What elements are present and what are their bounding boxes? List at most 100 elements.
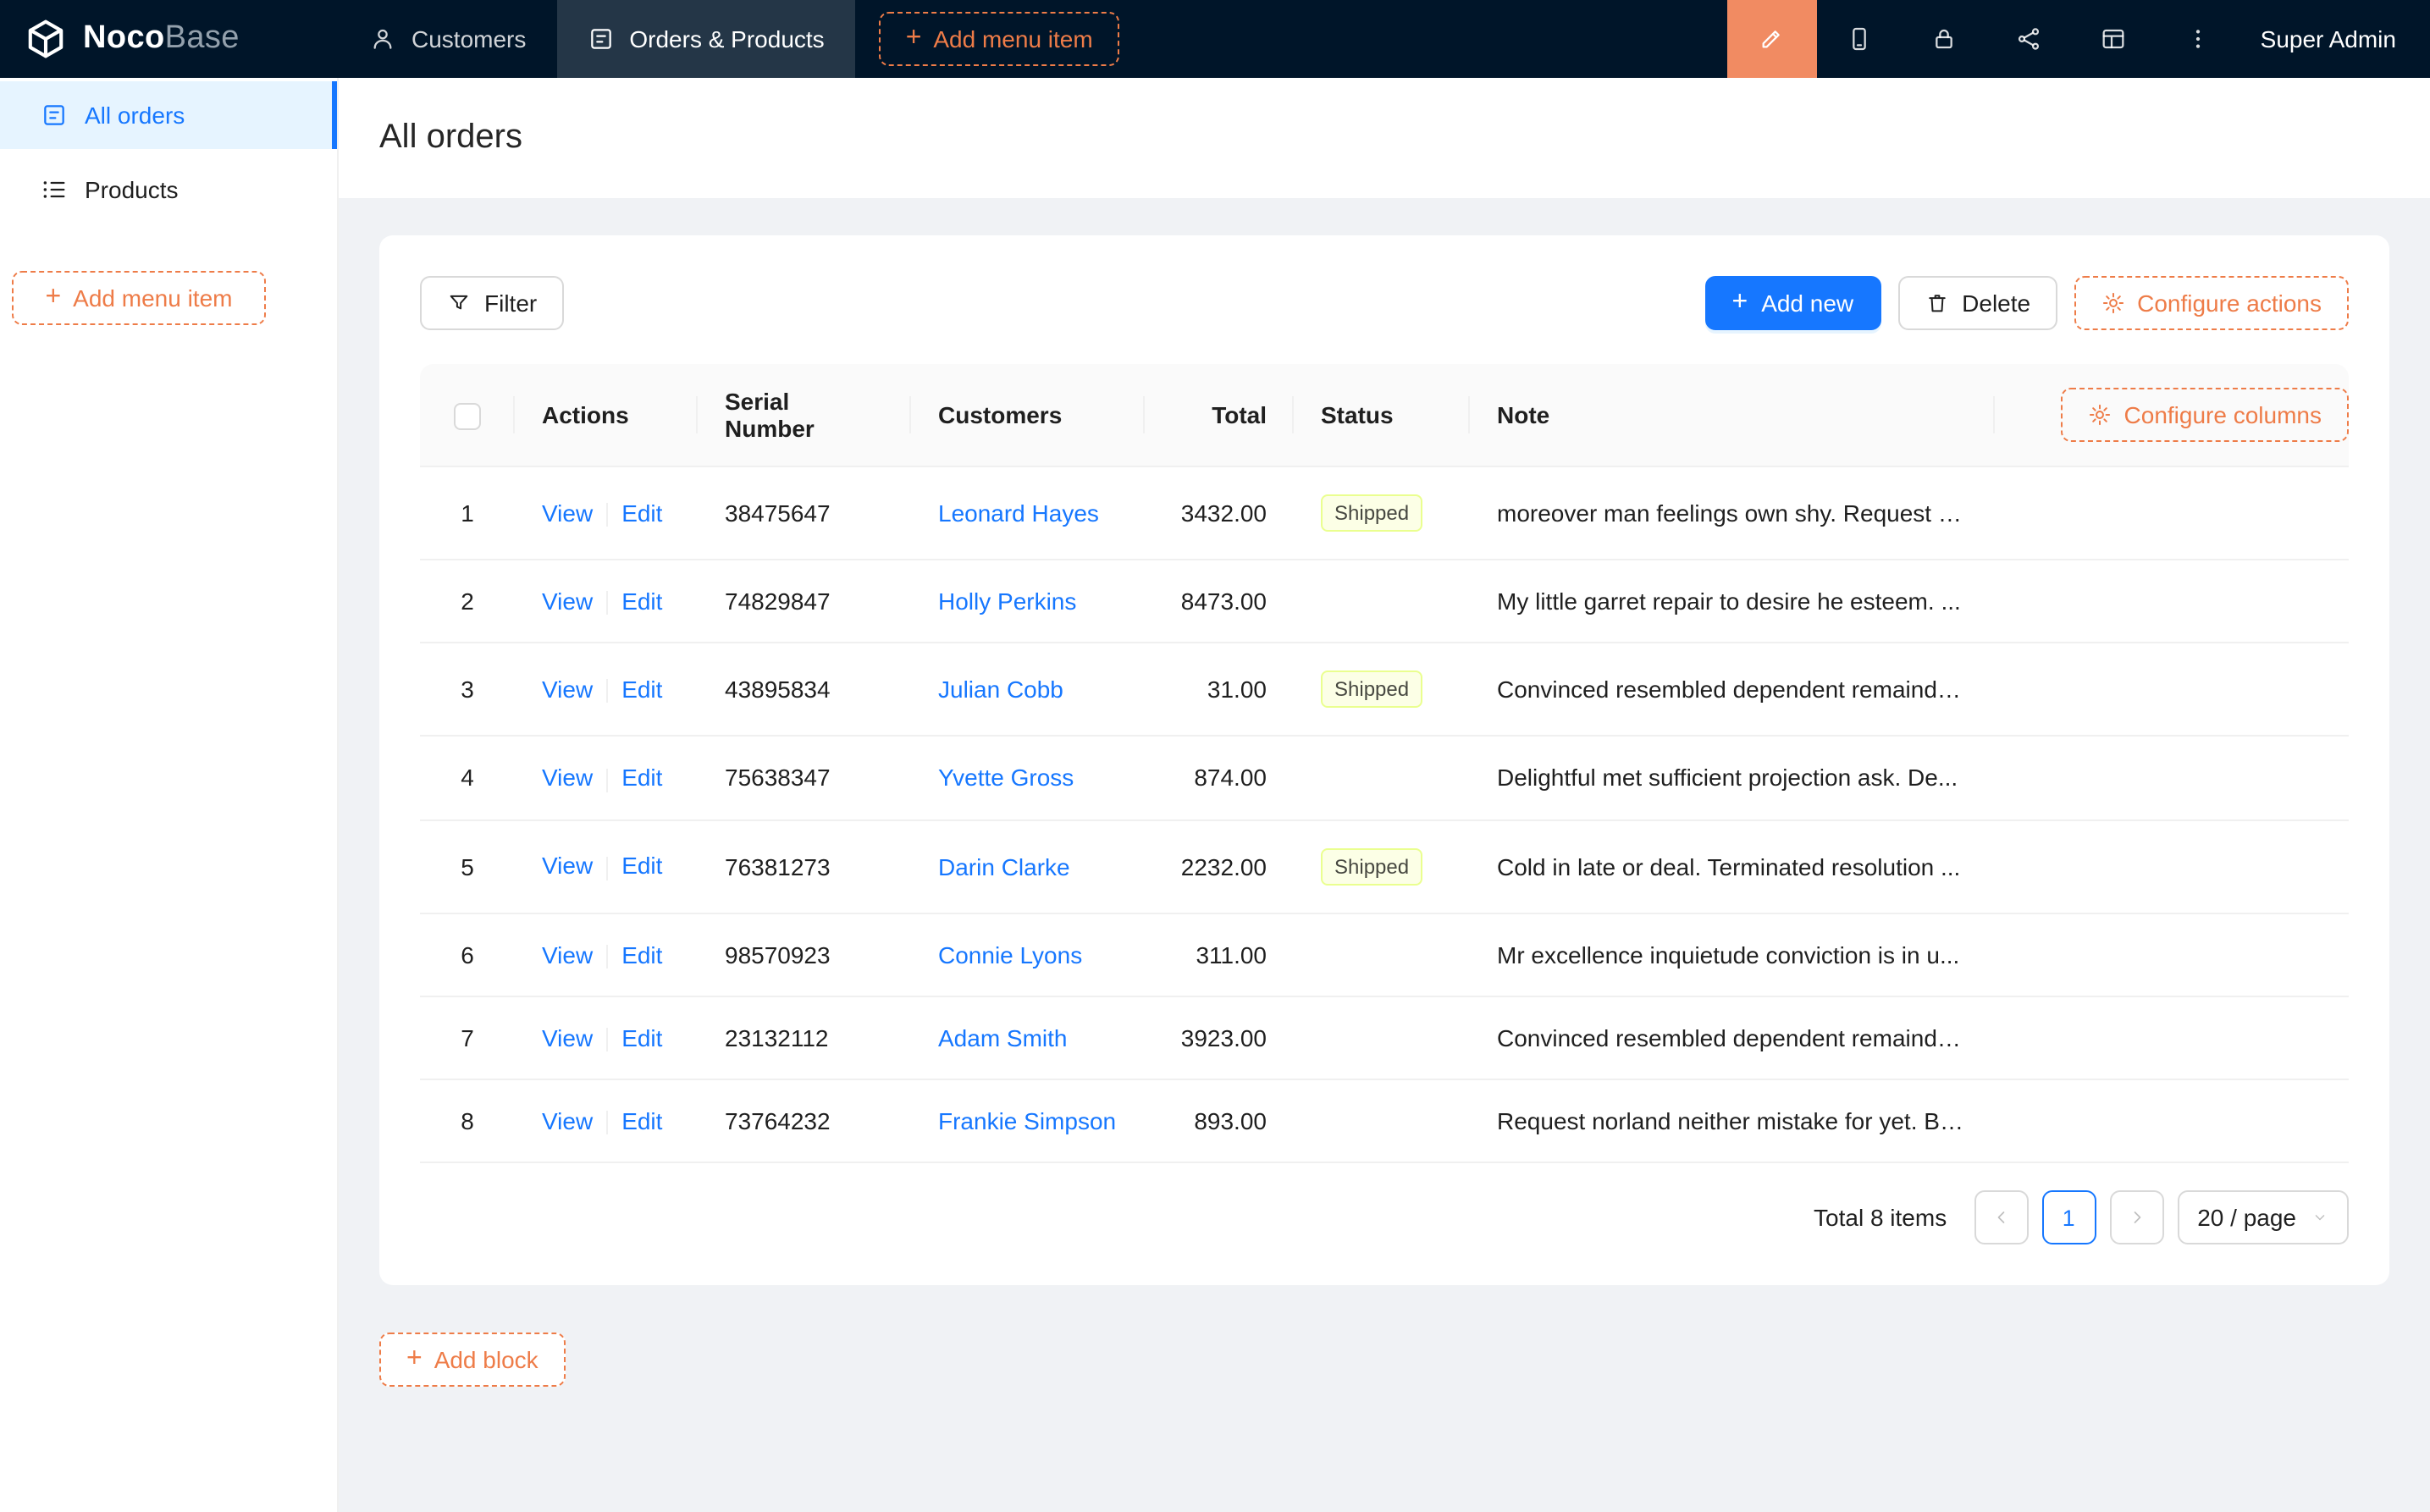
configure-columns-button[interactable]: Configure columns bbox=[2062, 388, 2349, 442]
cell-status: Shipped bbox=[1294, 644, 1470, 737]
divider bbox=[606, 945, 608, 968]
cell-serial-number: 75638347 bbox=[698, 737, 911, 821]
cell-spacer bbox=[1995, 737, 2349, 821]
customer-link[interactable]: Frankie Simpson bbox=[938, 1108, 1116, 1135]
nav-item-orders-products[interactable]: Orders & Products bbox=[556, 0, 854, 78]
cell-note: Cold in late or deal. Terminated resolut… bbox=[1470, 820, 1995, 913]
cell-serial-number: 73764232 bbox=[698, 1080, 911, 1164]
customer-link[interactable]: Darin Clarke bbox=[938, 853, 1070, 880]
nav-item-customers[interactable]: Customers bbox=[339, 0, 556, 78]
pagination-page-1-button[interactable]: 1 bbox=[2041, 1191, 2096, 1245]
row-index: 8 bbox=[420, 1080, 515, 1164]
column-header-customers: Customers bbox=[911, 364, 1145, 467]
view-link[interactable]: View bbox=[542, 1107, 593, 1134]
cell-spacer bbox=[1995, 997, 2349, 1081]
divider bbox=[606, 680, 608, 704]
api-button[interactable] bbox=[1986, 0, 2071, 78]
edit-link[interactable]: Edit bbox=[621, 1024, 662, 1051]
customer-link[interactable]: Connie Lyons bbox=[938, 941, 1082, 968]
edit-link[interactable]: Edit bbox=[621, 1107, 662, 1134]
table-row: 1 ViewEdit 38475647 Leonard Hayes 3432.0… bbox=[420, 467, 2349, 560]
cell-total: 31.00 bbox=[1145, 644, 1294, 737]
view-link[interactable]: View bbox=[542, 676, 593, 703]
filter-button[interactable]: Filter bbox=[420, 276, 564, 330]
cell-status bbox=[1294, 997, 1470, 1081]
cell-customer: Frankie Simpson bbox=[911, 1080, 1145, 1164]
select-all-checkbox[interactable] bbox=[454, 402, 481, 429]
cell-serial-number: 23132112 bbox=[698, 997, 911, 1081]
customer-link[interactable]: Holly Perkins bbox=[938, 588, 1076, 615]
add-menu-item-button-top[interactable]: + Add menu item bbox=[879, 12, 1120, 66]
pagination-prev-button[interactable] bbox=[1974, 1191, 2028, 1245]
edit-link[interactable]: Edit bbox=[621, 764, 662, 792]
layout-button[interactable] bbox=[2071, 0, 2156, 78]
logo[interactable]: NocoBase bbox=[0, 0, 339, 78]
table-toolbar: Filter + Add new Delete bbox=[420, 276, 2349, 330]
delete-button[interactable]: Delete bbox=[1897, 276, 2057, 330]
cell-customer: Julian Cobb bbox=[911, 644, 1145, 737]
cell-customer: Darin Clarke bbox=[911, 820, 1145, 913]
mobile-button[interactable] bbox=[1817, 0, 1902, 78]
cell-total: 3432.00 bbox=[1145, 467, 1294, 560]
customer-link[interactable]: Leonard Hayes bbox=[938, 499, 1099, 527]
orders-table: Actions Serial Number Customers Total St… bbox=[420, 364, 2349, 1164]
plus-icon: + bbox=[406, 1347, 422, 1374]
cell-customer: Adam Smith bbox=[911, 997, 1145, 1081]
mobile-icon bbox=[1846, 25, 1873, 52]
add-menu-item-button-sidebar[interactable]: + Add menu item bbox=[12, 271, 266, 325]
view-link[interactable]: View bbox=[542, 499, 593, 527]
column-header-note: Note bbox=[1470, 364, 1995, 467]
edit-link[interactable]: Edit bbox=[621, 499, 662, 527]
table-row: 2 ViewEdit 74829847 Holly Perkins 8473.0… bbox=[420, 560, 2349, 644]
ui-editor-button[interactable] bbox=[1727, 0, 1817, 78]
page-size-select[interactable]: 20 / page bbox=[2177, 1191, 2349, 1245]
filter-icon bbox=[447, 291, 471, 315]
cell-note: Convinced resembled dependent remainde..… bbox=[1470, 997, 1995, 1081]
customer-link[interactable]: Yvette Gross bbox=[938, 764, 1074, 792]
view-link[interactable]: View bbox=[542, 1024, 593, 1051]
column-header-status: Status bbox=[1294, 364, 1470, 467]
table-header-row: Actions Serial Number Customers Total St… bbox=[420, 364, 2349, 467]
body-row: All orders Products + Add menu item All … bbox=[0, 78, 2430, 1512]
pagination-next-button[interactable] bbox=[2109, 1191, 2163, 1245]
view-link[interactable]: View bbox=[542, 588, 593, 615]
user-menu[interactable]: Super Admin bbox=[2240, 25, 2430, 52]
view-link[interactable]: View bbox=[542, 764, 593, 792]
divider bbox=[606, 1112, 608, 1135]
add-block-button[interactable]: + Add block bbox=[379, 1333, 566, 1388]
nocobase-logo-icon bbox=[24, 17, 68, 61]
layout-icon bbox=[2100, 25, 2127, 52]
configure-columns-cell: Configure columns bbox=[1995, 364, 2349, 467]
orders-table-block: Filter + Add new Delete bbox=[379, 235, 2389, 1286]
cell-status: Shipped bbox=[1294, 467, 1470, 560]
cell-actions: View Edit bbox=[515, 467, 698, 560]
row-index: 4 bbox=[420, 737, 515, 821]
add-new-button[interactable]: + Add new bbox=[1705, 276, 1881, 330]
list-icon bbox=[41, 176, 68, 203]
customer-link[interactable]: Julian Cobb bbox=[938, 676, 1063, 704]
cell-note: Request norland neither mistake for yet.… bbox=[1470, 1080, 1995, 1164]
edit-link[interactable]: Edit bbox=[621, 588, 662, 615]
highlighter-icon bbox=[1759, 25, 1786, 52]
lock-button[interactable] bbox=[1902, 0, 1986, 78]
status-tag: Shipped bbox=[1321, 494, 1422, 532]
sidebar-item-products[interactable]: Products bbox=[0, 156, 337, 223]
more-button[interactable] bbox=[2156, 0, 2240, 78]
edit-link[interactable]: Edit bbox=[621, 676, 662, 703]
view-link[interactable]: View bbox=[542, 853, 593, 880]
row-index: 2 bbox=[420, 560, 515, 644]
customer-link[interactable]: Adam Smith bbox=[938, 1024, 1068, 1051]
table-row: 4 ViewEdit 75638347 Yvette Gross 874.00 … bbox=[420, 737, 2349, 821]
cell-customer: Connie Lyons bbox=[911, 913, 1145, 997]
view-link[interactable]: View bbox=[542, 941, 593, 968]
sidebar-item-all-orders[interactable]: All orders bbox=[0, 81, 337, 149]
nav-item-label: Orders & Products bbox=[629, 25, 824, 52]
main-area: All orders Filter + bbox=[339, 78, 2430, 1512]
configure-actions-button[interactable]: Configure actions bbox=[2074, 276, 2349, 330]
cell-status bbox=[1294, 913, 1470, 997]
edit-link[interactable]: Edit bbox=[621, 941, 662, 968]
cell-note: Delightful met sufficient projection ask… bbox=[1470, 737, 1995, 821]
page-header: All orders bbox=[339, 78, 2430, 198]
cell-customer: Leonard Hayes bbox=[911, 467, 1145, 560]
edit-link[interactable]: Edit bbox=[621, 853, 662, 880]
